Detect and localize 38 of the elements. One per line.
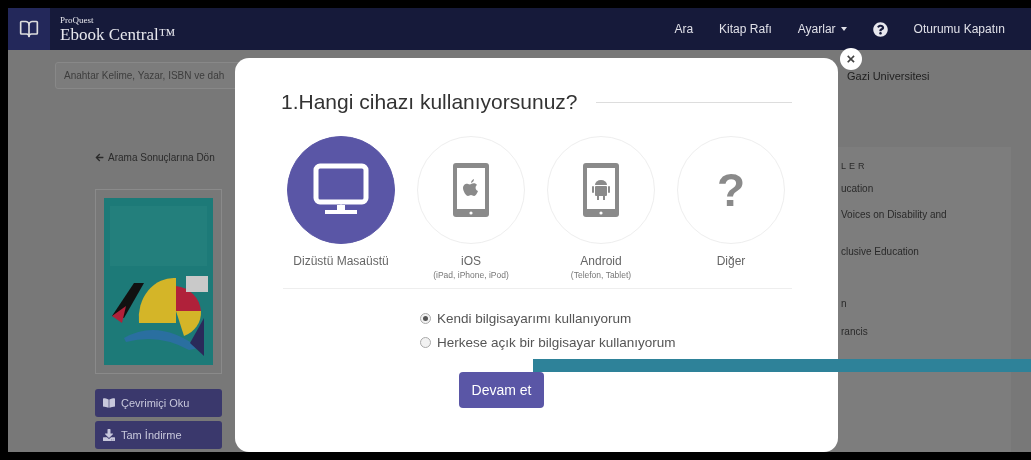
option-label: Herkese açık bir bilgisayar kullanıyorum (437, 335, 676, 350)
device-label: iOS (461, 254, 481, 268)
tablet-apple-icon (452, 162, 490, 218)
nav-link[interactable]: Kitap Rafı (719, 22, 772, 36)
close-button[interactable]: × (840, 48, 862, 70)
monitor-icon (313, 163, 369, 217)
brand-small: ProQuest (60, 14, 95, 25)
device-label: Diğer (716, 254, 746, 268)
dialog-title: 1.Hangi cihazı kullanıyorsunuz? (281, 90, 578, 114)
download-icon (103, 429, 115, 441)
option-label: Kendi bilgisayarımı kullanıyorum (437, 311, 632, 326)
settings-dropdown[interactable]: Ayarlar (797, 22, 847, 36)
detail-text: n (841, 298, 848, 311)
device-sublabel: (Telefon, Tablet) (570, 270, 632, 280)
read-online-button[interactable]: Çevrimiçi Oku (95, 389, 222, 417)
tablet-android-icon (582, 162, 620, 218)
help-icon[interactable] (872, 21, 888, 37)
question-mark: ? (716, 163, 746, 217)
radio-button[interactable] (420, 313, 431, 324)
arrow-left-icon (95, 152, 104, 162)
continue-button[interactable]: Devam et (459, 372, 544, 408)
device-label: Dizüstü Masaüstü (293, 254, 389, 268)
device-label: Android (580, 254, 622, 268)
institution-name: Gazi Universitesi (847, 69, 930, 82)
panel-heading: LER (841, 161, 869, 171)
detail-text: ucation (841, 183, 875, 196)
detail-text: clusive Education (841, 246, 920, 259)
caret-icon (840, 27, 847, 31)
device-sublabel: (iPad, iPhone, iPod) (433, 270, 509, 280)
nav-link[interactable]: Oturumu Kapatın (913, 22, 1005, 36)
book-icon (19, 19, 39, 39)
detail-text: rancis (841, 326, 869, 339)
nav-link[interactable]: Ara (674, 22, 694, 36)
download-button[interactable]: Tam İndirme (95, 421, 222, 449)
detail-text: Voices on Disability and (841, 209, 948, 222)
radio-button[interactable] (420, 337, 431, 348)
book-icon (103, 397, 115, 409)
brand-name: Ebook Central™ (60, 24, 176, 44)
